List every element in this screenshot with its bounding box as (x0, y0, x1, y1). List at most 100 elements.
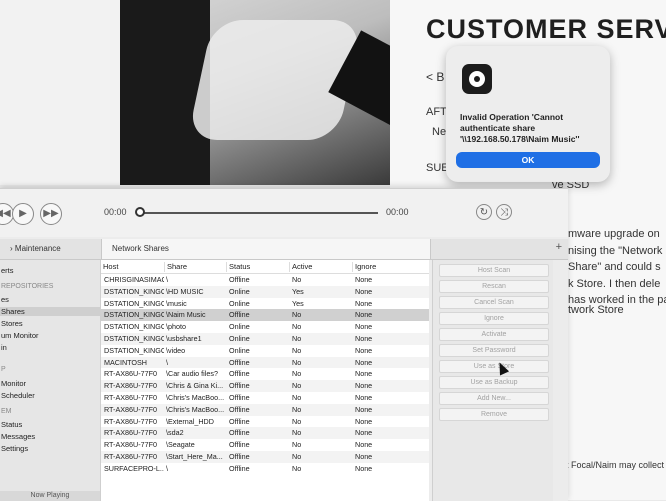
cell-active: No (292, 404, 302, 414)
table-row[interactable]: RT-AX86U-77F0 \Seagate Offline No None (101, 439, 429, 451)
shuffle-icon[interactable]: ⤨ (496, 204, 512, 220)
table-row[interactable]: RT-AX86U-77F0 \External_HDD Offline No None (101, 416, 429, 428)
cell-host: RT-AX86U-77F0 (104, 381, 157, 391)
cell-ignore: None (355, 286, 373, 296)
background-left (0, 0, 120, 185)
cell-share: \Chris's MacBoo... (166, 393, 224, 402)
cell-ignore: None (355, 334, 373, 343)
tab-bar: › Maintenance Network Shares + (0, 239, 568, 260)
cell-share: \Chris's MacBoo... (166, 404, 224, 414)
cell-share: \video (166, 345, 186, 355)
sidebar-item[interactable]: Shares (0, 307, 100, 316)
table-row[interactable]: RT-AX86U-77F0 \Chris & Gina Ki... Offline N… (101, 380, 429, 392)
column-host[interactable]: Host (101, 262, 118, 272)
cell-share: \music (166, 298, 187, 308)
sidebar-item: EM (1, 408, 12, 415)
action-button[interactable]: Ignore (439, 312, 549, 325)
table-row[interactable]: DSTATION_KINGC \Naim Music Offline No None (101, 309, 429, 322)
cell-share: \ (166, 463, 168, 473)
cell-active: No (292, 322, 302, 332)
cell-status: Offline (229, 440, 250, 450)
tab-maintenance[interactable]: › Maintenance (0, 239, 100, 259)
action-button[interactable]: Add New... (439, 392, 549, 405)
sidebar-item[interactable]: es (0, 295, 9, 304)
table-row[interactable]: MACINTOSH \ Offline No None (101, 356, 429, 369)
cell-host: DSTATION_KINGC (104, 286, 164, 296)
sidebar-item[interactable]: Settings (0, 444, 28, 453)
cell-active: No (292, 452, 302, 461)
action-button[interactable]: Host Scan (439, 264, 549, 277)
ok-button[interactable]: OK (456, 152, 600, 168)
sidebar-item[interactable]: Messages (0, 432, 35, 441)
add-tab-icon[interactable]: + (556, 241, 562, 253)
table-row[interactable]: DSTATION_KINGC \usbshare1 Online No None (101, 333, 429, 345)
sidebar-item[interactable]: Monitor (0, 379, 26, 388)
cell-status: Offline (229, 404, 250, 414)
cell-status: Offline (229, 275, 250, 284)
table-row[interactable]: RT-AX86U-77F0 \sda2 Offline No None (101, 427, 429, 440)
repeat-icon[interactable]: ↻ (476, 204, 492, 220)
cell-ignore: None (355, 322, 373, 332)
cell-active: No (292, 416, 302, 426)
cell-ignore: None (355, 404, 373, 414)
cell-active: No (292, 393, 302, 402)
cell-share: \HD MUSIC (166, 286, 204, 296)
site-body-line: twork Store (568, 304, 624, 316)
progress-track[interactable] (138, 212, 378, 214)
table-row[interactable]: RT-AX86U-77F0 \Start_Here_Ma... Offline No N… (101, 451, 429, 463)
site-body-line: k Store. I then dele (568, 278, 661, 290)
cell-status: Offline (229, 428, 250, 438)
sidebar-item[interactable]: Stores (0, 319, 23, 328)
tab-network-shares[interactable]: Network Shares (101, 239, 431, 259)
cell-ignore: None (355, 416, 373, 426)
sidebar-item[interactable]: um Monitor (0, 331, 39, 340)
action-button[interactable]: Remove (439, 408, 549, 421)
table-row[interactable]: SURFACEPRO-L... \ Offline No None (101, 463, 429, 475)
column-share[interactable]: Share (164, 262, 187, 272)
sidebar-item[interactable]: erts (0, 266, 14, 275)
cell-share: \photo (166, 322, 186, 332)
cell-host: DSTATION_KINGC (104, 334, 164, 343)
action-button[interactable]: Activate (439, 328, 549, 341)
site-text-aft: AFT (426, 106, 447, 118)
table-row[interactable]: DSTATION_KINGC \photo Online No None (101, 321, 429, 333)
cell-host: DSTATION_KINGC (104, 345, 164, 355)
cell-host: SURFACEPRO-L... (104, 463, 164, 473)
table-row[interactable]: RT-AX86U-77F0 \Chris's MacBoo... Offline No… (101, 403, 429, 416)
column-status[interactable]: Status (226, 262, 250, 272)
time-total: 00:00 (386, 207, 409, 217)
back-link[interactable]: < B (426, 70, 444, 84)
table-row[interactable]: DSTATION_KINGC \music Online Yes None (101, 298, 429, 310)
sidebar-item[interactable]: Status (0, 420, 22, 429)
cell-active: No (292, 463, 302, 473)
transport-bar: ◀◀ ▶ ▶▶ 00:00 00:00 ↻ ⤨ (0, 189, 568, 237)
sidebar-item[interactable]: in (0, 343, 7, 352)
table-row[interactable]: RT-AX86U-77F0 \Chris's MacBoo... Offline No… (101, 392, 429, 404)
action-button[interactable]: Set Password (439, 344, 549, 357)
table-row[interactable]: DSTATION_KINGC \HD MUSIC Online Yes None (101, 285, 429, 298)
cell-ignore: None (355, 452, 373, 461)
sidebar-item[interactable]: Scheduler (0, 391, 35, 400)
action-button[interactable]: Use as Store (439, 360, 549, 373)
action-button[interactable]: Use as Backup (439, 376, 549, 389)
next-icon[interactable]: ▶▶ (40, 203, 62, 225)
action-button[interactable]: Rescan (439, 280, 549, 293)
play-icon[interactable]: ▶ (12, 203, 34, 225)
site-body-line: Share" and could s (568, 261, 661, 273)
cell-share: \Naim Music (166, 310, 206, 320)
cell-active: No (292, 440, 302, 450)
cell-ignore: None (355, 463, 373, 473)
cell-host: DSTATION_KINGC (104, 310, 164, 320)
column-ignore[interactable]: Ignore (352, 262, 376, 272)
table-row[interactable]: CHRISGINASIMAC \ Offline No None (101, 274, 429, 286)
column-active[interactable]: Active (289, 262, 312, 272)
table-row[interactable]: RT-AX86U-77F0 \Car audio files? Offline No N… (101, 368, 429, 380)
cell-host: RT-AX86U-77F0 (104, 428, 157, 438)
sidebar: erts REPOSITORIES es Shares Stores um Monitor… (0, 260, 101, 501)
progress-knob[interactable] (135, 207, 145, 217)
cell-share: \Chris & Gina Ki... (166, 381, 224, 391)
action-button[interactable]: Cancel Scan (439, 296, 549, 309)
alert-dialog: Invalid Operation 'Cannot authenticate s… (446, 46, 610, 182)
cell-ignore: None (355, 357, 373, 367)
table-row[interactable]: DSTATION_KINGC \video Online No None (101, 345, 429, 357)
